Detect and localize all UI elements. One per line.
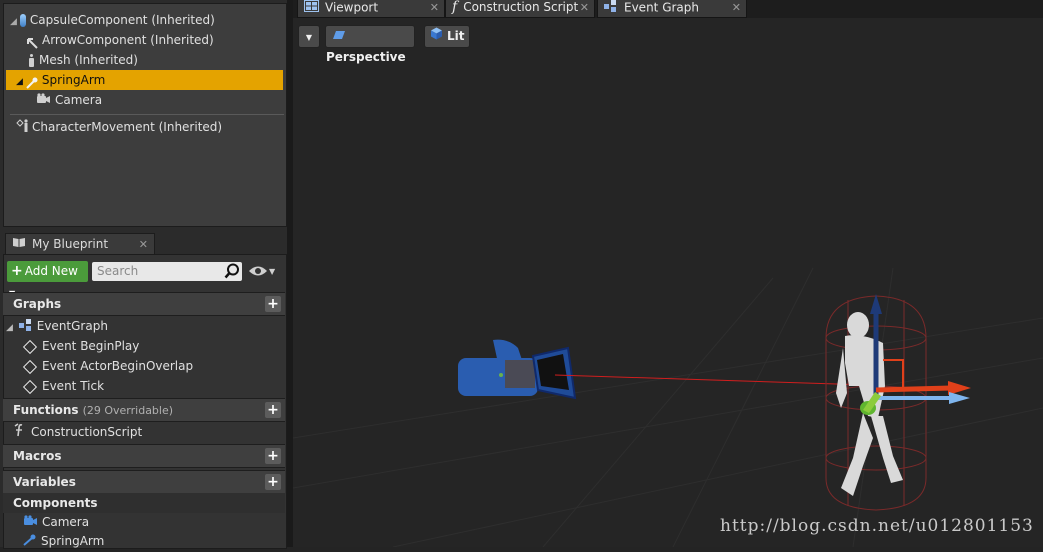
event-item[interactable]: Event BeginPlay: [22, 336, 139, 356]
component-camera[interactable]: Camera: [36, 90, 102, 110]
viewport-scene: [293, 267, 1043, 547]
component-springarm[interactable]: ◢ SpringArm: [6, 70, 283, 90]
editor-tab-bar: Viewport ✕ f Construction Script ✕ Event …: [293, 0, 1043, 18]
graphs-section-header[interactable]: Graphs +: [3, 292, 285, 316]
perspective-cube-icon: [332, 26, 346, 47]
close-icon[interactable]: ✕: [580, 0, 589, 15]
close-icon[interactable]: ✕: [732, 0, 741, 15]
mesh-icon: [28, 54, 35, 67]
function-item[interactable]: ConstructionScript: [13, 422, 142, 442]
event-graph-icon: [604, 0, 618, 16]
collapse-arrow-icon[interactable]: ◢: [16, 77, 23, 87]
event-item[interactable]: Event ActorBeginOverlap: [22, 356, 193, 376]
event-diamond-icon: [22, 339, 38, 354]
function-icon: [13, 422, 27, 443]
collapse-arrow-icon[interactable]: ◢: [6, 323, 13, 333]
view-options-button[interactable]: ▼: [248, 264, 278, 280]
components-category[interactable]: Components: [3, 493, 285, 513]
viewport-icon: [304, 0, 319, 16]
macros-section-header[interactable]: Macros +: [3, 444, 285, 468]
viewport-options-button[interactable]: ▼: [298, 25, 320, 48]
book-icon: [12, 234, 26, 255]
viewport[interactable]: ▼ Perspective Lit: [293, 18, 1043, 547]
event-graph-item[interactable]: ◢ EventGraph: [6, 316, 108, 336]
chevron-down-icon: ▼: [305, 33, 313, 42]
functions-label: Functions (29 Overridable): [13, 403, 174, 417]
perspective-button[interactable]: Perspective: [325, 25, 415, 64]
component-mesh[interactable]: Mesh (Inherited): [28, 50, 138, 70]
arrow-icon: [26, 35, 38, 49]
search-icon[interactable]: [224, 263, 240, 285]
lit-button[interactable]: Lit: [424, 25, 470, 48]
add-variable-button[interactable]: +: [265, 474, 281, 490]
watermark: http://blog.csdn.net/u012801153: [720, 516, 1034, 536]
add-macro-button[interactable]: +: [265, 448, 281, 464]
event-graph-icon: [18, 317, 33, 337]
event-item[interactable]: Event Tick: [22, 376, 104, 396]
search-input[interactable]: Search: [92, 262, 242, 281]
variable-item[interactable]: SpringArm: [23, 531, 104, 551]
component-capsule[interactable]: ◢ CapsuleComponent (Inherited): [10, 10, 215, 30]
event-diamond-icon: [22, 359, 38, 374]
collapse-arrow-icon[interactable]: ◢: [10, 17, 17, 27]
transform-gizmo: [860, 294, 971, 415]
variables-section-header[interactable]: Variables +: [3, 470, 285, 494]
character-movement-icon: [16, 118, 30, 138]
components-panel: ◢ CapsuleComponent (Inherited) ArrowCompo…: [3, 3, 287, 227]
eye-icon: [249, 266, 267, 276]
component-character-movement[interactable]: CharacterMovement (Inherited): [16, 117, 222, 137]
close-icon[interactable]: ✕: [139, 234, 148, 255]
plus-icon: +: [11, 263, 23, 279]
functions-section-header[interactable]: Functions (29 Overridable) +: [3, 398, 285, 422]
close-icon[interactable]: ✕: [430, 0, 439, 15]
spring-arm-icon: [26, 75, 38, 89]
spring-arm-icon: [23, 532, 37, 552]
lit-cube-icon: [430, 26, 443, 47]
camera-icon: [36, 91, 51, 111]
tab-viewport[interactable]: Viewport ✕: [297, 0, 445, 18]
tab-construction-script[interactable]: f Construction Script ✕: [445, 0, 595, 18]
component-arrow[interactable]: ArrowComponent (Inherited): [26, 30, 214, 50]
camera-icon: [23, 513, 38, 533]
camera-mesh: [458, 339, 577, 400]
variable-item[interactable]: Camera: [23, 512, 89, 532]
tab-event-graph[interactable]: Event Graph ✕: [597, 0, 747, 18]
add-graph-button[interactable]: +: [265, 296, 281, 312]
function-icon: f: [452, 0, 458, 15]
chevron-down-icon: ▼: [269, 267, 276, 276]
add-new-button[interactable]: +Add New ▼: [7, 261, 88, 298]
add-function-button[interactable]: +: [265, 402, 281, 418]
capsule-icon: [19, 14, 26, 27]
tab-my-blueprint[interactable]: My Blueprint ✕: [5, 233, 155, 255]
event-diamond-icon: [22, 379, 38, 394]
divider: [10, 114, 284, 115]
